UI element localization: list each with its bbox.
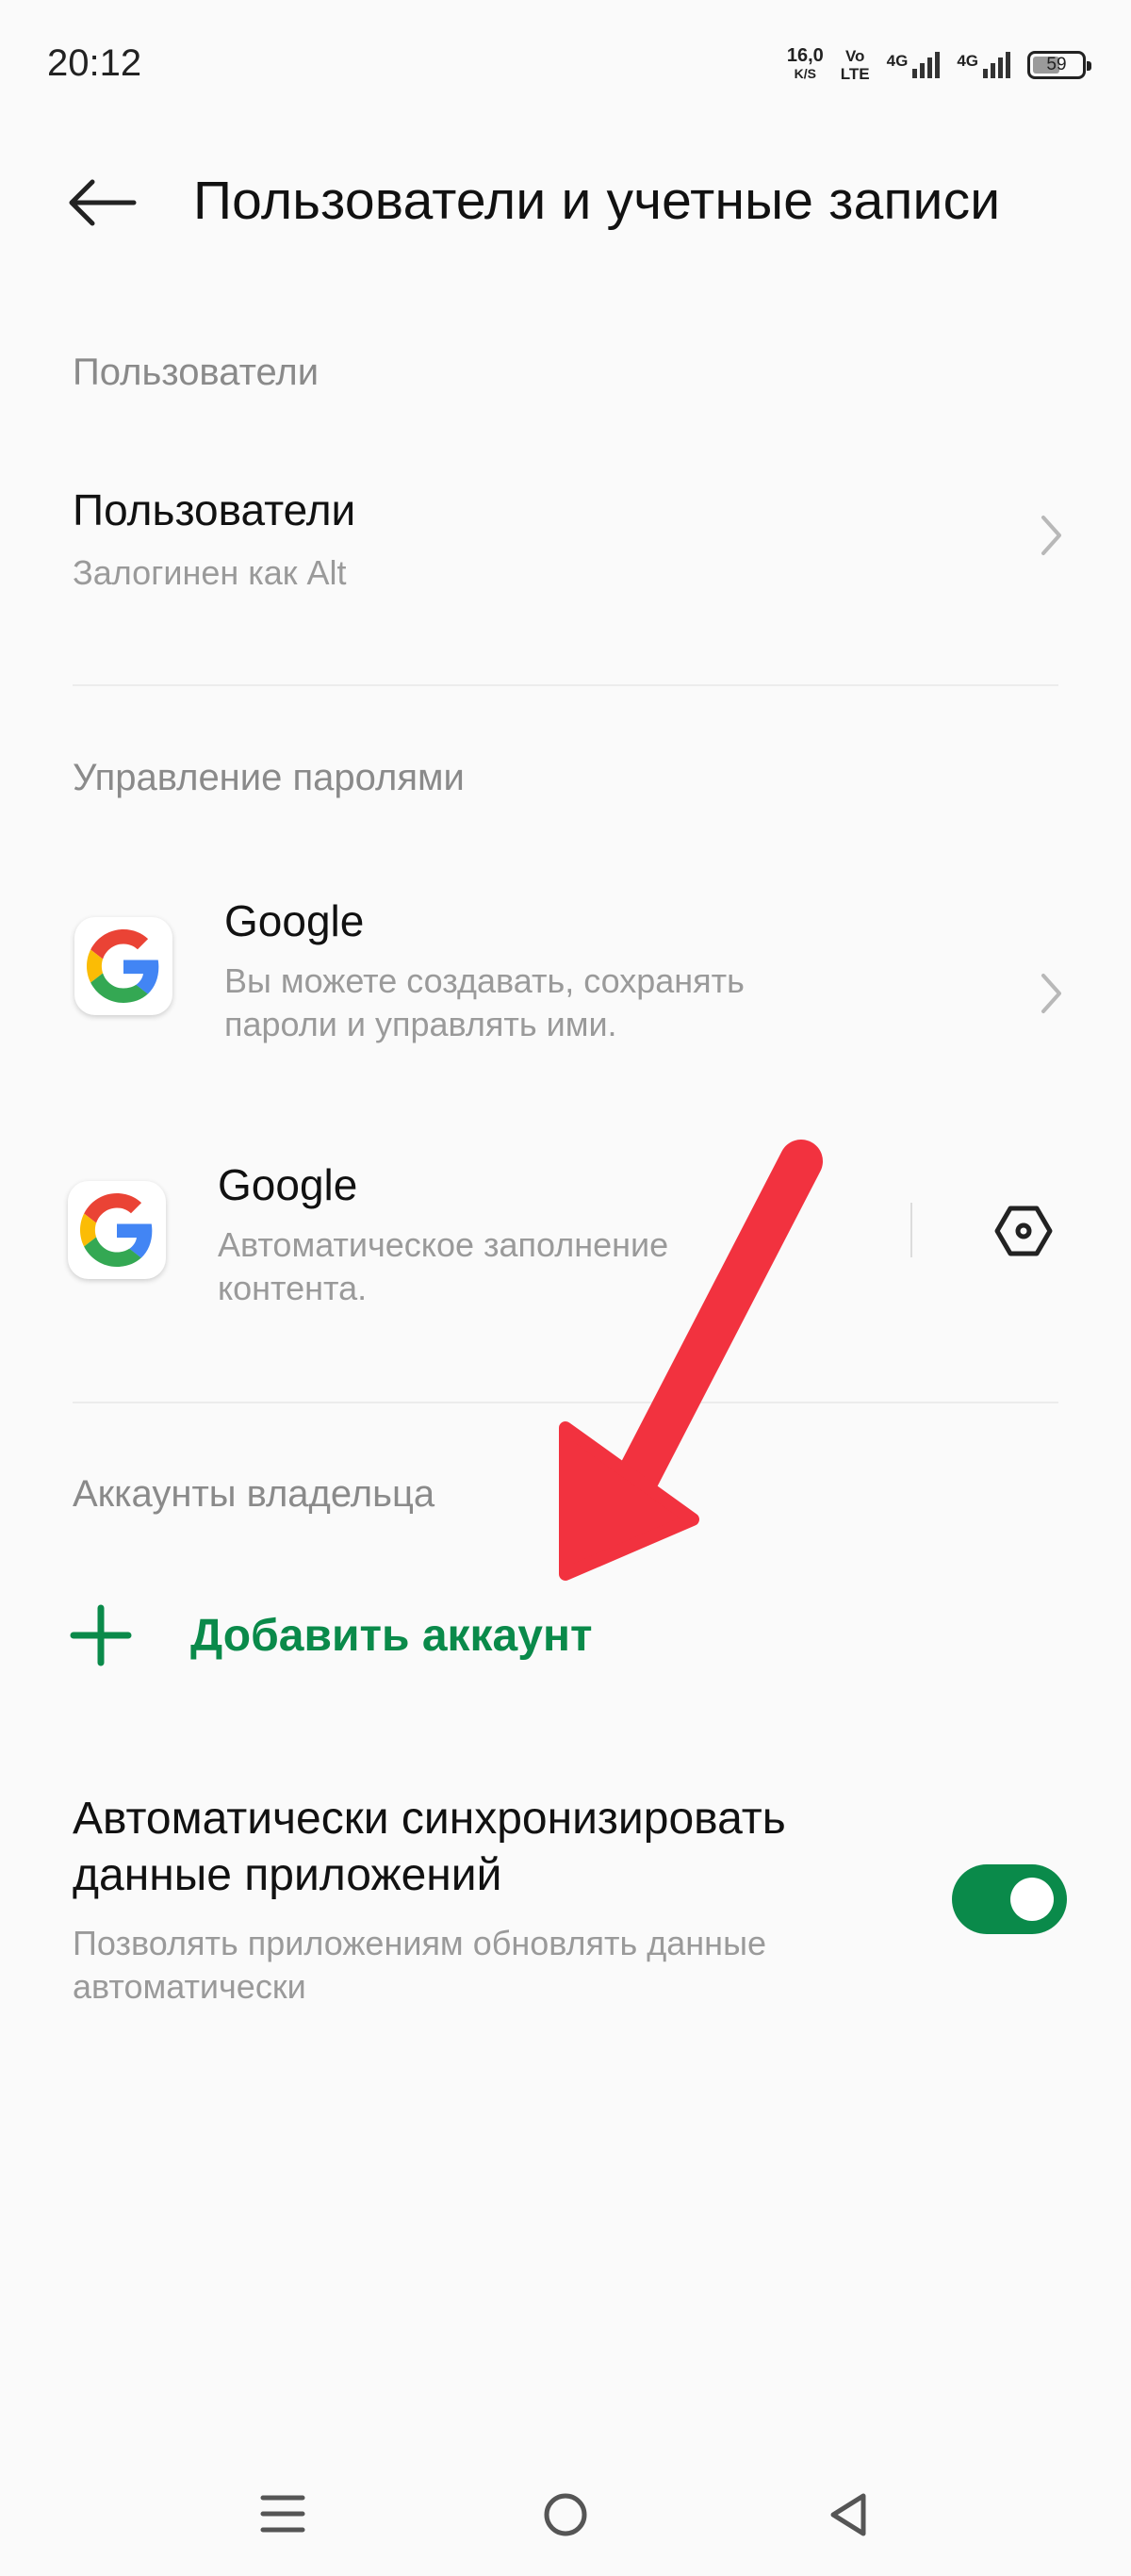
google-item-subtitle-line1: Вы можете создавать, сохранять [224, 961, 745, 1000]
auto-sync-title-line2: данные приложений [73, 1850, 502, 1900]
section-header-owner-accounts: Аккаунты владельца [73, 1473, 435, 1515]
add-account-button[interactable]: Добавить аккаунт [68, 1602, 592, 1668]
net-speed-value: 16,0 [786, 45, 824, 66]
autofill-item-subtitle-line2: контента. [218, 1269, 368, 1307]
signal-label: 4G [886, 52, 909, 70]
battery-icon: 59 [1027, 51, 1091, 79]
auto-sync-subtitle-line2: автоматически [73, 1967, 306, 2006]
status-time: 20:12 [47, 42, 142, 84]
auto-sync-toggle[interactable] [952, 1864, 1067, 1934]
google-icon [68, 1181, 166, 1279]
settings-hexagon-icon[interactable] [993, 1201, 1054, 1261]
volte-indicator: Vo LTE [841, 47, 870, 83]
navigation-bar [0, 2479, 1131, 2554]
toggle-knob [1010, 1878, 1054, 1921]
autofill-item-title: Google [218, 1160, 358, 1209]
net-speed: 16,0 K/S [786, 45, 824, 83]
divider [73, 684, 1058, 686]
auto-sync-subtitle-line1: Позволять приложениям обновлять данные [73, 1924, 766, 1962]
section-header-users: Пользователи [73, 352, 320, 393]
back-icon[interactable] [826, 2490, 873, 2539]
annotation-arrow [559, 1140, 823, 1581]
signal-label: 4G [957, 52, 978, 70]
google-icon [74, 917, 172, 1015]
users-item[interactable]: Пользователи Залогинен как Alt [0, 452, 1131, 632]
google-item-title: Google [224, 896, 365, 945]
signal-icon: 4G [957, 52, 1010, 78]
users-item-subtitle: Залогинен как Alt [73, 553, 347, 592]
status-icons: 16,0 K/S Vo LTE 4G 4G 59 [786, 41, 1091, 89]
back-button[interactable] [66, 170, 141, 236]
section-header-passwords: Управление паролями [73, 757, 465, 798]
page-title: Пользователи и учетные записи [193, 171, 1001, 231]
volte-top: Vo [844, 47, 865, 65]
battery-level: 59 [1046, 55, 1067, 74]
plus-icon [70, 1604, 132, 1666]
password-manager-google-item[interactable]: Google Вы можете создавать, сохранять па… [0, 877, 1131, 1065]
volte-bottom: LTE [840, 65, 870, 83]
vertical-divider [910, 1203, 912, 1257]
net-speed-unit: K/S [794, 66, 816, 81]
signal-icon: 4G [887, 52, 941, 78]
users-item-title: Пользователи [73, 485, 356, 534]
chevron-right-icon [1035, 965, 1069, 1022]
chevron-right-icon [1035, 507, 1069, 564]
auto-sync-title-line1: Автоматически синхронизировать [73, 1794, 786, 1844]
google-item-subtitle-line2: пароли и управлять ими. [224, 1005, 617, 1043]
add-account-label: Добавить аккаунт [190, 1610, 593, 1661]
menu-icon[interactable] [259, 2490, 306, 2537]
arrow-left-icon [69, 179, 137, 226]
home-icon[interactable] [541, 2490, 590, 2539]
